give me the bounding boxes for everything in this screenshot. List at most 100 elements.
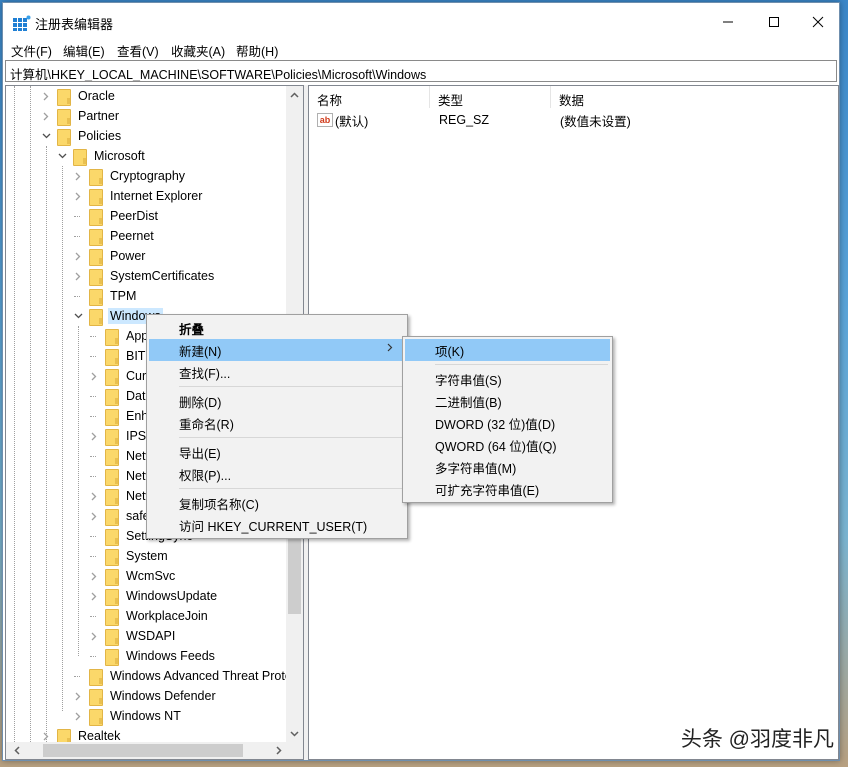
chevron-right-icon[interactable] — [88, 426, 100, 446]
folder-icon — [104, 608, 120, 626]
tree-item[interactable]: Internet Explorer — [72, 186, 204, 206]
chevron-right-icon[interactable] — [72, 246, 84, 266]
folder-icon — [88, 668, 104, 686]
tree-connector-line — [78, 326, 79, 656]
chevron-right-icon[interactable] — [72, 266, 84, 286]
context-menu-item[interactable]: 重命名(R) — [149, 412, 405, 434]
chevron-right-icon[interactable] — [88, 506, 100, 526]
chevron-down-icon[interactable] — [72, 306, 84, 326]
tree-item-label: WindowsUpdate — [126, 589, 218, 603]
chevron-right-icon[interactable] — [88, 586, 100, 606]
close-button[interactable] — [795, 3, 841, 41]
tree-connector-line — [62, 166, 63, 711]
tree-item[interactable]: Partner — [40, 106, 121, 126]
column-header-data[interactable]: 数据 — [551, 86, 834, 108]
tree-item[interactable]: Oracle — [40, 86, 117, 106]
context-menu-item[interactable]: 复制项名称(C) — [149, 492, 405, 514]
tree-item[interactable]: WindowsUpdate — [88, 586, 219, 606]
tree-leaf-connector — [72, 206, 84, 226]
maximize-button[interactable] — [751, 3, 797, 41]
chevron-right-icon[interactable] — [88, 566, 100, 586]
folder-icon — [104, 408, 120, 426]
chevron-right-icon[interactable] — [40, 106, 52, 126]
tree-item[interactable]: Windows Defender — [72, 686, 218, 706]
new-submenu: 项(K) 字符串值(S) 二进制值(B) DWORD (32 位)值(D) QWORD … — [402, 336, 613, 503]
title-bar[interactable]: 注册表编辑器 — [3, 3, 839, 41]
chevron-left-icon[interactable] — [8, 742, 25, 759]
tree-item[interactable]: Policies — [40, 126, 123, 146]
menu-edit[interactable]: 编辑(E) — [63, 41, 105, 60]
menu-view[interactable]: 查看(V) — [117, 41, 159, 60]
context-menu-item[interactable]: 权限(P)... — [149, 463, 405, 485]
menu-file[interactable]: 文件(F) — [11, 41, 52, 60]
menu-favorites[interactable]: 收藏夹(A) — [171, 41, 225, 60]
submenu-item[interactable]: 项(K) — [405, 339, 610, 361]
chevron-right-icon[interactable] — [270, 742, 287, 759]
folder-icon — [88, 308, 104, 326]
context-menu: 折叠 新建(N) 查找(F)... 删除(D) 重命名(R) 导出(E) 权限(P)... 复… — [146, 314, 408, 539]
tree-item[interactable]: WSDAPI — [88, 626, 177, 646]
folder-icon — [104, 368, 120, 386]
submenu-item[interactable]: 二进制值(B) — [405, 390, 610, 412]
column-header-name[interactable]: 名称 — [309, 86, 430, 108]
tree-item[interactable]: Windows Advanced Threat Protection — [72, 666, 304, 686]
tree-item[interactable]: Microsoft — [56, 146, 147, 166]
submenu-item[interactable]: 可扩充字符串值(E) — [405, 478, 610, 500]
chevron-right-icon[interactable] — [88, 366, 100, 386]
submenu-item-label: 多字符串值(M) — [435, 461, 517, 476]
submenu-item[interactable]: QWORD (64 位)值(Q) — [405, 434, 610, 456]
tree-item[interactable]: Windows Feeds — [88, 646, 217, 666]
folder-icon — [104, 328, 120, 346]
tree-item[interactable]: Cryptography — [72, 166, 187, 186]
chevron-right-icon[interactable] — [88, 486, 100, 506]
tree-item[interactable]: WorkplaceJoin — [88, 606, 210, 626]
tree-item-label: System — [126, 549, 168, 563]
context-menu-item-label: 复制项名称(C) — [179, 497, 259, 512]
tree-item[interactable]: TPM — [72, 286, 138, 306]
tree-horizontal-scrollbar[interactable] — [6, 742, 288, 759]
minimize-button[interactable] — [705, 3, 751, 41]
tree-item[interactable]: Power — [72, 246, 147, 266]
context-menu-item[interactable]: 查找(F)... — [149, 361, 405, 383]
menu-help[interactable]: 帮助(H) — [236, 41, 278, 60]
chevron-right-icon[interactable] — [72, 166, 84, 186]
menu-separator — [179, 488, 403, 489]
chevron-up-icon[interactable] — [286, 86, 303, 103]
submenu-item-label: DWORD (32 位)值(D) — [435, 417, 556, 432]
context-menu-item[interactable]: 删除(D) — [149, 390, 405, 412]
tree-leaf-connector — [88, 606, 100, 626]
chevron-right-icon[interactable] — [72, 186, 84, 206]
chevron-right-icon[interactable] — [72, 706, 84, 726]
tree-item[interactable]: Peernet — [72, 226, 156, 246]
tree-hscroll-thumb[interactable] — [43, 744, 243, 757]
chevron-down-icon[interactable] — [40, 126, 52, 146]
chevron-down-icon[interactable] — [56, 146, 68, 166]
tree-item[interactable]: Windows NT — [72, 706, 183, 726]
chevron-right-icon[interactable] — [88, 626, 100, 646]
chevron-down-icon[interactable] — [286, 725, 303, 742]
tree-item-label: SystemCertificates — [110, 269, 215, 283]
folder-icon — [104, 348, 120, 366]
list-header: 名称 类型 数据 — [309, 86, 838, 108]
tree-item[interactable]: System — [88, 546, 170, 566]
context-menu-item[interactable]: 导出(E) — [149, 441, 405, 463]
tree-item[interactable]: PeerDist — [72, 206, 160, 226]
maximize-icon — [769, 17, 779, 27]
context-menu-item[interactable]: 折叠 — [149, 317, 405, 339]
context-menu-item[interactable]: 新建(N) — [149, 339, 405, 361]
address-bar[interactable]: 计算机\HKEY_LOCAL_MACHINE\SOFTWARE\Policies… — [5, 60, 837, 82]
submenu-item[interactable]: DWORD (32 位)值(D) — [405, 412, 610, 434]
submenu-item[interactable]: 多字符串值(M) — [405, 456, 610, 478]
tree-connector-line — [14, 86, 15, 742]
submenu-item[interactable]: 字符串值(S) — [405, 368, 610, 390]
chevron-right-icon[interactable] — [40, 86, 52, 106]
tree-item[interactable]: WcmSvc — [88, 566, 177, 586]
tree-item[interactable]: SystemCertificates — [72, 266, 216, 286]
column-header-type[interactable]: 类型 — [430, 86, 551, 108]
context-menu-item[interactable]: 访问 HKEY_CURRENT_USER(T) — [149, 514, 405, 536]
folder-icon — [88, 208, 104, 226]
list-item[interactable]: ab (默认) REG_SZ (数值未设置) — [309, 110, 631, 130]
chevron-right-icon[interactable] — [72, 686, 84, 706]
tree-item-label: Windows Advanced Threat Protection — [110, 669, 304, 683]
folder-icon — [72, 148, 88, 166]
